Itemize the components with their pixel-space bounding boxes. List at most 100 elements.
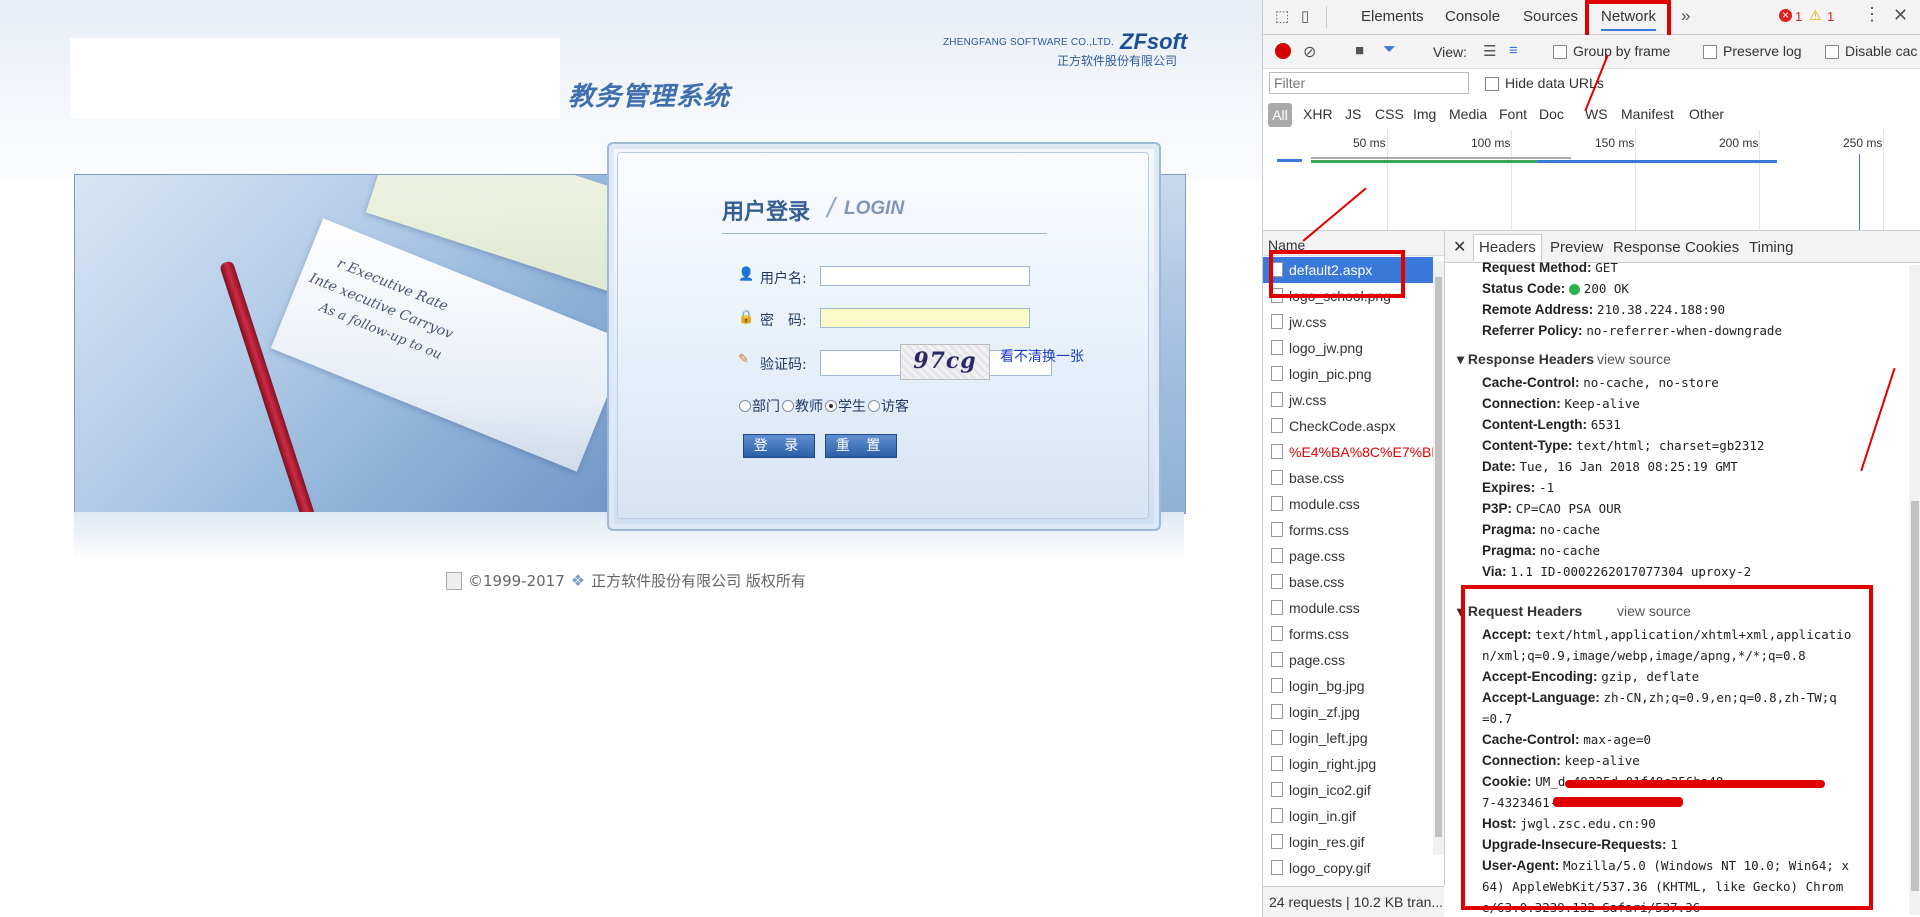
filter-media[interactable]: Media xyxy=(1449,106,1487,122)
filter-manifest[interactable]: Manifest xyxy=(1621,106,1674,122)
file-icon xyxy=(1271,704,1283,719)
tab-headers[interactable]: Headers xyxy=(1473,234,1542,261)
tab-console[interactable]: Console xyxy=(1445,8,1500,25)
group-by-frame-toggle[interactable]: Group by frame xyxy=(1553,43,1670,60)
request-row[interactable]: jw.css xyxy=(1263,309,1433,335)
filter-xhr[interactable]: XHR xyxy=(1303,106,1333,122)
request-row[interactable]: login_in.gif xyxy=(1263,803,1433,829)
role-radio-student[interactable] xyxy=(825,400,837,412)
warning-count[interactable]: 1 xyxy=(1827,9,1834,24)
customize-menu-icon[interactable]: ⋮ xyxy=(1863,4,1881,25)
request-name: module.css xyxy=(1289,600,1360,616)
role-radio-dept[interactable] xyxy=(739,400,751,412)
role-radio-visitor[interactable] xyxy=(868,400,880,412)
request-name: page.css xyxy=(1289,548,1346,564)
request-row[interactable]: page.css xyxy=(1263,543,1433,569)
request-row[interactable]: login_left.jpg xyxy=(1263,725,1433,751)
detail-scrollbar-thumb[interactable] xyxy=(1911,501,1919,891)
file-icon xyxy=(1271,756,1283,771)
request-name: login_zf.jpg xyxy=(1289,704,1360,720)
close-devtools-icon[interactable]: ✕ xyxy=(1893,5,1908,26)
waterfall-icon[interactable]: ≡ xyxy=(1509,42,1518,59)
request-row[interactable]: login_zf.jpg xyxy=(1263,699,1433,725)
request-row[interactable]: forms.css xyxy=(1263,517,1433,543)
large-rows-icon[interactable]: ☰ xyxy=(1483,42,1496,60)
error-count[interactable]: 1 xyxy=(1795,9,1802,24)
request-row[interactable]: module.css xyxy=(1263,491,1433,517)
disable-cache-toggle[interactable]: Disable cac xyxy=(1825,43,1917,60)
tab-cookies[interactable]: Cookies xyxy=(1685,239,1739,256)
request-row[interactable]: CheckCode.aspx xyxy=(1263,413,1433,439)
user-icon: 👤 xyxy=(738,266,755,281)
request-name: forms.css xyxy=(1289,626,1349,642)
group-by-frame-checkbox[interactable] xyxy=(1553,45,1567,60)
tab-timing[interactable]: Timing xyxy=(1749,239,1793,256)
request-row[interactable]: module.css xyxy=(1263,595,1433,621)
filter-font[interactable]: Font xyxy=(1499,106,1527,122)
request-name: login_ico2.gif xyxy=(1289,782,1371,798)
role-radio-group: 部门 教师 学生 访客 xyxy=(739,396,911,416)
response-headers-section[interactable]: ▾ Response Headers xyxy=(1457,351,1594,368)
timeline-gridline xyxy=(1635,130,1636,230)
warning-icon: ⚠ xyxy=(1809,7,1822,23)
request-row[interactable]: jw.css xyxy=(1263,387,1433,413)
tab-response[interactable]: Response xyxy=(1613,239,1681,256)
filter-css[interactable]: CSS xyxy=(1375,106,1404,122)
request-row[interactable]: logo_copy.gif xyxy=(1263,855,1433,881)
tab-elements[interactable]: Elements xyxy=(1361,8,1424,25)
request-row[interactable]: login_right.jpg xyxy=(1263,751,1433,777)
response-header-row: Expires: -1 xyxy=(1482,480,1555,495)
request-name: login_res.gif xyxy=(1289,834,1365,850)
file-icon xyxy=(1271,444,1283,459)
filter-ws[interactable]: WS xyxy=(1585,106,1608,122)
login-button[interactable]: 登 录 xyxy=(743,434,815,458)
filter-img[interactable]: Img xyxy=(1413,106,1436,122)
request-row[interactable]: forms.css xyxy=(1263,621,1433,647)
disable-cache-checkbox[interactable] xyxy=(1825,45,1839,60)
filter-js[interactable]: JS xyxy=(1345,106,1361,122)
response-view-source-link[interactable]: view source xyxy=(1597,351,1671,367)
role-label-visitor: 访客 xyxy=(881,399,909,415)
filter-icon[interactable]: ⏷ xyxy=(1383,41,1396,59)
filter-other[interactable]: Other xyxy=(1689,106,1724,122)
tab-sources[interactable]: Sources xyxy=(1523,8,1578,25)
request-row[interactable]: login_res.gif xyxy=(1263,829,1433,855)
hide-data-urls-checkbox[interactable] xyxy=(1485,77,1499,92)
more-tabs-icon[interactable]: » xyxy=(1681,6,1690,26)
role-radio-teacher[interactable] xyxy=(782,400,794,412)
close-detail-icon[interactable]: ✕ xyxy=(1453,237,1466,257)
request-row[interactable]: %E4%BA%8C%E7%BB xyxy=(1263,439,1433,465)
login-webpage: 教务管理系统 ZHENGFANG SOFTWARE CO.,LTD. ZFsof… xyxy=(0,0,1262,917)
request-row[interactable]: login_bg.jpg xyxy=(1263,673,1433,699)
screenshot-icon[interactable]: ■ xyxy=(1355,42,1364,59)
password-input[interactable] xyxy=(820,308,1030,328)
captcha-image[interactable]: 97cg xyxy=(900,344,990,380)
password-label: 密 码: xyxy=(760,313,807,329)
request-row[interactable]: login_ico2.gif xyxy=(1263,777,1433,803)
filter-input[interactable] xyxy=(1269,72,1469,94)
request-row[interactable]: base.css xyxy=(1263,569,1433,595)
reset-button[interactable]: 重 置 xyxy=(825,434,897,458)
preserve-log-toggle[interactable]: Preserve log xyxy=(1703,43,1802,60)
timeline-gridline xyxy=(1883,130,1884,230)
request-row[interactable]: logo_jw.png xyxy=(1263,335,1433,361)
device-toolbar-icon[interactable]: ▯ xyxy=(1301,7,1309,25)
network-timeline-overview[interactable]: 50 ms 100 ms 150 ms 200 ms 250 ms xyxy=(1263,130,1920,231)
filter-doc[interactable]: Doc xyxy=(1539,106,1564,122)
captcha-refresh-link[interactable]: 看不清换一张 xyxy=(1000,346,1084,366)
username-input[interactable] xyxy=(820,266,1030,286)
tab-preview[interactable]: Preview xyxy=(1550,239,1603,256)
request-row[interactable]: base.css xyxy=(1263,465,1433,491)
timeline-label-250: 250 ms xyxy=(1843,136,1883,150)
request-list-scrollbar-thumb[interactable] xyxy=(1435,277,1442,837)
inspect-element-icon[interactable]: ⬚ xyxy=(1275,7,1289,25)
login-title-slash: / xyxy=(827,192,835,223)
hide-data-urls-toggle[interactable]: Hide data URLs xyxy=(1485,75,1604,92)
filter-all[interactable]: All xyxy=(1268,103,1292,127)
file-icon xyxy=(1271,834,1283,849)
record-button[interactable] xyxy=(1275,43,1291,59)
clear-icon[interactable]: ⊘ xyxy=(1303,42,1316,62)
preserve-log-checkbox[interactable] xyxy=(1703,45,1717,60)
request-row[interactable]: page.css xyxy=(1263,647,1433,673)
request-row[interactable]: login_pic.png xyxy=(1263,361,1433,387)
